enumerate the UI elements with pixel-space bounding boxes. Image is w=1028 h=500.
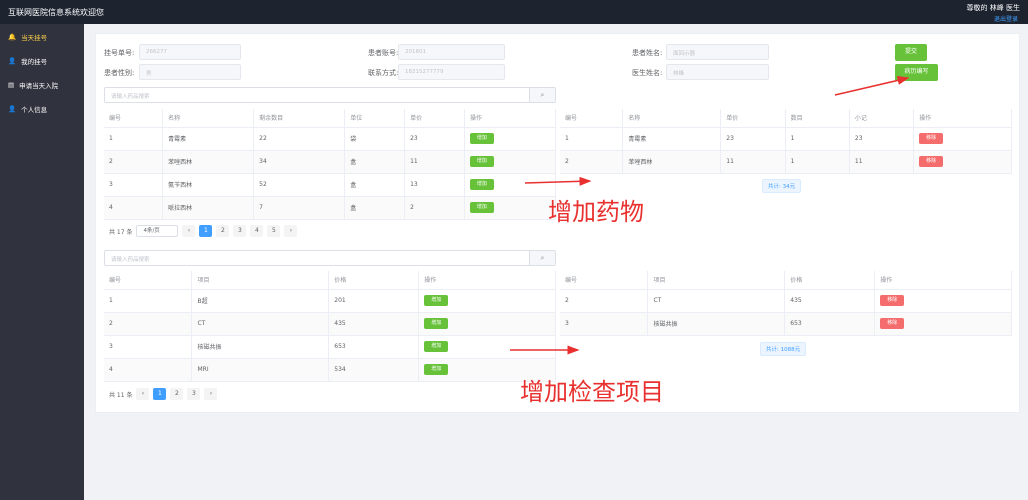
annotation-arrows [510, 75, 910, 355]
annotation-add-drugs: 增加药物 [548, 198, 644, 226]
arrow-to-record [834, 75, 910, 96]
arrow-drugs [524, 176, 592, 186]
annotation-add-exams: 增加检查项目 [520, 378, 664, 406]
